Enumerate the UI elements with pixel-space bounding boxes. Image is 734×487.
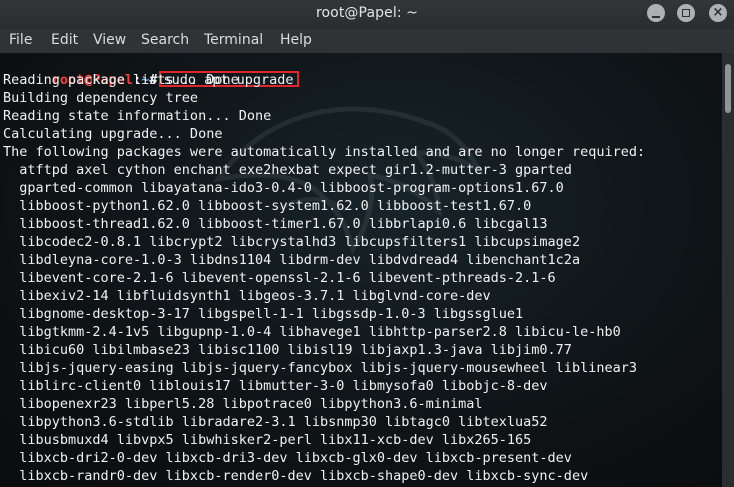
menu-terminal[interactable]: Terminal <box>203 32 264 48</box>
output-line: libpython3.6-stdlib libradare2-3.1 libsn… <box>3 414 548 430</box>
menu-edit[interactable]: Edit <box>50 32 79 48</box>
output-line: Reading state information... Done <box>3 108 272 124</box>
menu-search[interactable]: Search <box>140 32 190 48</box>
menu-bar: File Edit View Search Terminal Help <box>0 29 734 53</box>
output-line: Calculating upgrade... Done <box>3 126 223 142</box>
output-line: libopenexr23 libperl5.28 libpotrace0 lib… <box>3 396 483 412</box>
prompt-line: root@Papel:~# sudo apt upgrade <box>3 53 299 88</box>
minimize-icon <box>652 16 660 18</box>
output-line: libjs-jquery-easing libjs-jquery-fancybo… <box>3 360 637 376</box>
output-line: libexiv2-14 libfluidsynth1 libgeos-3.7.1… <box>3 288 491 304</box>
menu-help[interactable]: Help <box>279 32 313 48</box>
minimize-button[interactable] <box>647 4 665 22</box>
output-line: libxcb-dri2-0-dev libxcb-dri3-dev libxcb… <box>3 450 572 466</box>
output-line: libicu60 libilmbase23 libisc1100 libisl1… <box>3 342 572 358</box>
close-icon: × <box>712 5 724 20</box>
output-line: liblirc-client0 liblouis17 libmutter-3-0… <box>3 378 548 394</box>
output-line: libboost-thread1.62.0 libboost-timer1.67… <box>3 216 548 232</box>
maximize-icon <box>682 9 690 17</box>
output-line: libgnome-desktop-3-17 libgspell-1-1 libg… <box>3 306 524 322</box>
output-line: libevent-core-2.1-6 libevent-openssl-2.1… <box>3 270 556 286</box>
terminal-output-area[interactable]: root@Papel:~# sudo apt upgrade Reading pa… <box>0 53 722 487</box>
output-line: libxcb-randr0-dev libxcb-render0-dev lib… <box>3 468 589 484</box>
terminal-window: root@Papel: ~ × File Edit View Search Te… <box>0 0 734 487</box>
window-title: root@Papel: ~ <box>315 5 419 21</box>
output-line: libgtkmm-2.4-1v5 libgupnp-1.0-4 libhaveg… <box>3 324 621 340</box>
menu-file[interactable]: File <box>8 32 33 48</box>
scrollbar-thumb[interactable] <box>725 64 731 113</box>
menu-view[interactable]: View <box>92 32 127 48</box>
title-bar[interactable]: root@Papel: ~ × <box>0 0 734 29</box>
output-line: Building dependency tree <box>3 90 199 106</box>
output-line: libboost-python1.62.0 libboost-system1.6… <box>3 198 532 214</box>
close-button[interactable]: × <box>709 4 727 22</box>
output-line: atftpd axel cython enchant exe2hexbat ex… <box>3 162 572 178</box>
output-line: libusbmuxd4 libvpx5 libwhisker2-perl lib… <box>3 432 532 448</box>
output-line: libdleyna-core-1.0-3 libdns1104 libdrm-d… <box>3 252 581 268</box>
output-line: gparted-common libayatana-ido3-0.4-0 lib… <box>3 180 564 196</box>
maximize-button[interactable] <box>677 4 695 22</box>
output-line: Reading package lists... Done <box>3 72 239 88</box>
vertical-scrollbar[interactable] <box>722 53 734 487</box>
output-line: The following packages were automaticall… <box>3 144 646 160</box>
output-line: libcodec2-0.8.1 libcrypt2 libcrystalhd3 … <box>3 234 581 250</box>
